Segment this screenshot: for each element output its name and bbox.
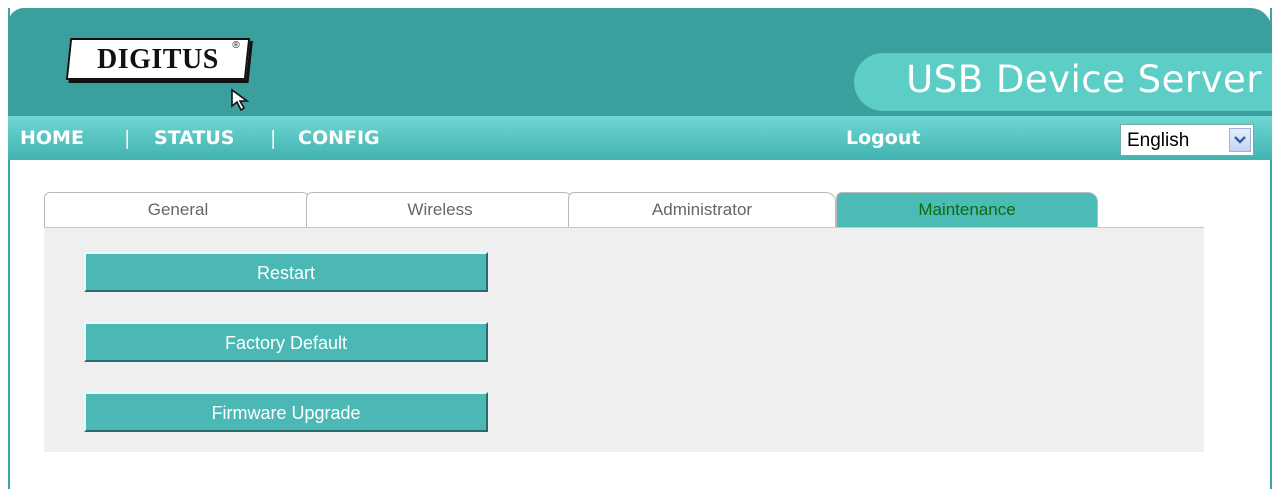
logo-text: DIGITUS	[97, 44, 219, 75]
firmware-upgrade-button[interactable]: Firmware Upgrade	[84, 392, 488, 432]
digitus-logo: DIGITUS ®	[65, 38, 251, 80]
tab-bar: General Wireless Administrator Maintenan…	[44, 192, 1204, 228]
page-title: USB Device Server	[906, 58, 1262, 101]
restart-button[interactable]: Restart	[84, 252, 488, 292]
nav-config[interactable]: CONFIG	[298, 127, 380, 149]
logout-link[interactable]: Logout	[846, 127, 920, 149]
nav-home[interactable]: HOME	[20, 127, 84, 149]
nav-separator: |	[270, 127, 277, 149]
language-select[interactable]: English	[1120, 124, 1254, 156]
tab-wireless[interactable]: Wireless	[306, 192, 574, 227]
dropdown-button[interactable]	[1229, 128, 1251, 152]
tab-maintenance[interactable]: Maintenance	[836, 192, 1098, 227]
cursor-icon	[231, 88, 250, 112]
navbar: HOME | STATUS | CONFIG Logout	[8, 116, 1272, 160]
language-value: English	[1127, 130, 1190, 151]
tab-administrator[interactable]: Administrator	[568, 192, 836, 227]
chevron-down-icon	[1234, 136, 1246, 144]
registered-mark: ®	[232, 40, 240, 51]
nav-separator: |	[124, 127, 131, 149]
header: DIGITUS ® USB Device Server	[8, 8, 1272, 116]
factory-default-button[interactable]: Factory Default	[84, 322, 488, 362]
tab-general[interactable]: General	[44, 192, 312, 227]
nav-status[interactable]: STATUS	[154, 127, 234, 149]
